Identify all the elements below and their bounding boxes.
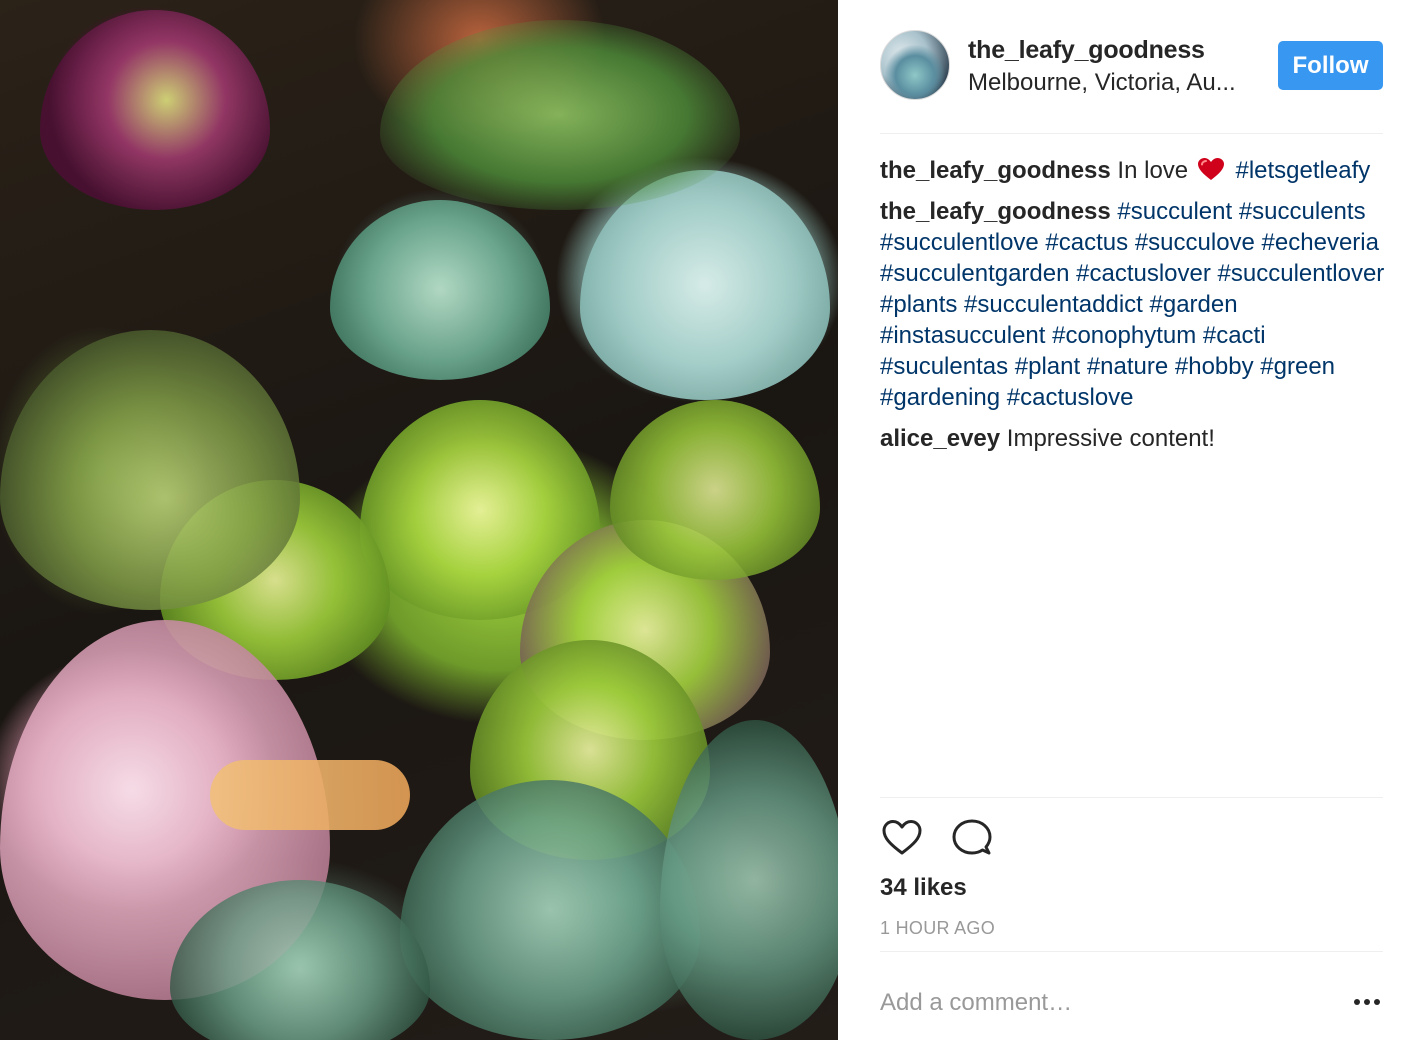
comment-divider — [880, 951, 1383, 952]
succulent-teal — [330, 200, 550, 380]
more-options-icon[interactable] — [1352, 992, 1382, 1012]
hashtags-comment: the_leafy_goodness #succulent #succulent… — [880, 196, 1390, 413]
avatar[interactable] — [880, 30, 950, 100]
user-comment: alice_evey Impressive content! — [880, 423, 1390, 454]
succulent-green-5 — [610, 400, 820, 580]
comment-text: In love — [1117, 157, 1189, 184]
header-divider — [880, 133, 1383, 134]
add-comment-input[interactable] — [880, 985, 1330, 1021]
heart-outline-icon[interactable] — [880, 816, 924, 860]
post-details-panel: the_leafy_goodness Melbourne, Victoria, … — [838, 0, 1423, 1040]
comment-text: Impressive content! — [1006, 425, 1215, 452]
action-bar — [880, 816, 1080, 860]
comment-username[interactable]: alice_evey — [880, 425, 1000, 452]
caption-comment: the_leafy_goodness In love #letsgetleafy — [880, 155, 1390, 186]
aloe-spiky — [0, 330, 300, 610]
instagram-post: the_leafy_goodness Melbourne, Victoria, … — [0, 0, 1423, 1040]
succulent-purple — [40, 10, 270, 210]
location-link[interactable]: Melbourne, Victoria, Au... — [968, 69, 1248, 97]
follow-button[interactable]: Follow — [1278, 41, 1383, 90]
post-timestamp: 1 HOUR AGO — [880, 918, 996, 938]
fern-green — [380, 20, 740, 210]
likes-count[interactable]: 34 likes — [880, 874, 967, 902]
comment-username[interactable]: the_leafy_goodness — [880, 157, 1111, 184]
post-photo[interactable] — [0, 0, 838, 1040]
hashtag-links[interactable]: #succulent #succulents #succulentlove #c… — [880, 198, 1384, 411]
comment-username[interactable]: the_leafy_goodness — [880, 198, 1111, 225]
post-header: the_leafy_goodness Melbourne, Victoria, … — [880, 30, 1383, 102]
hashtag-link[interactable]: #letsgetleafy — [1235, 157, 1370, 184]
author-username[interactable]: the_leafy_goodness — [968, 36, 1205, 65]
comments-list: the_leafy_goodness In love #letsgetleafy… — [880, 155, 1390, 464]
actions-divider — [880, 797, 1383, 798]
red-heart-emoji — [1197, 158, 1224, 180]
comment-bubble-icon[interactable] — [950, 816, 994, 860]
succulent-orange — [210, 760, 410, 830]
